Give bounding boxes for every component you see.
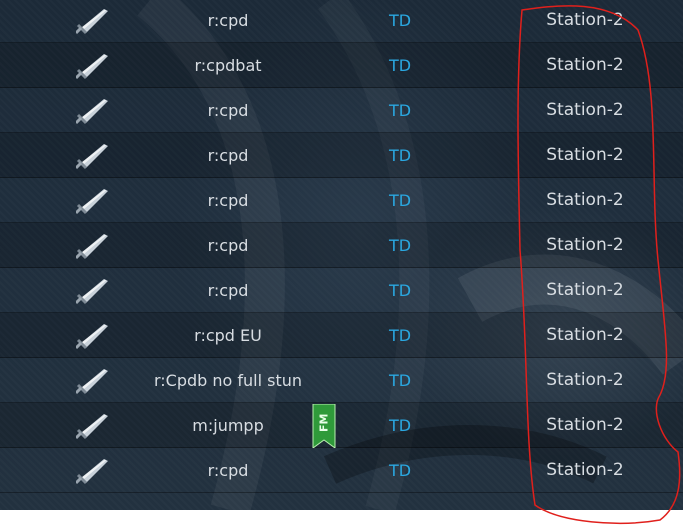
- party-name: r:cpd: [207, 11, 249, 30]
- party-class: TD: [388, 56, 412, 75]
- server-name: Station-2: [546, 100, 624, 120]
- party-class: TD: [388, 236, 412, 255]
- fm-badge-label: FM: [317, 413, 331, 433]
- party-row[interactable]: r:cpd TD Station-2: [0, 223, 683, 268]
- party-class: TD: [388, 461, 412, 480]
- sword-icon: [76, 279, 108, 305]
- party-class: TD: [388, 146, 412, 165]
- sword-icon: [76, 414, 108, 440]
- party-name: r:cpd: [207, 236, 249, 255]
- party-name: r:cpd: [207, 146, 249, 165]
- party-name: r:cpd: [207, 101, 249, 120]
- sword-icon: [76, 9, 108, 35]
- party-name: r:cpd: [207, 191, 249, 210]
- server-name: Station-2: [546, 415, 624, 435]
- party-row[interactable]: r:cpd TD Station-2: [0, 88, 683, 133]
- party-name: r:Cpdb no full stun: [153, 371, 303, 390]
- server-name: Station-2: [546, 235, 624, 255]
- server-name: Station-2: [546, 190, 624, 210]
- party-row[interactable]: r:cpd TD Station-2: [0, 448, 683, 493]
- server-name: Station-2: [546, 10, 624, 30]
- sword-icon: [76, 99, 108, 125]
- server-name: Station-2: [546, 370, 624, 390]
- server-name: Station-2: [546, 280, 624, 300]
- party-row[interactable]: r:Cpdb no full stun TD Station-2: [0, 358, 683, 403]
- sword-icon: [76, 54, 108, 80]
- party-row[interactable]: r:cpdbat TD Station-2: [0, 43, 683, 88]
- party-row[interactable]: r:cpd TD Station-2: [0, 133, 683, 178]
- sword-icon: [76, 369, 108, 395]
- party-name: r:cpd: [207, 281, 249, 300]
- server-name: Station-2: [546, 55, 624, 75]
- party-list-panel: r:cpd TD Station-2 r:cpdbat TD Station-2…: [0, 0, 683, 510]
- party-row[interactable]: m:jumpp TD Station-2 FM: [0, 403, 683, 448]
- server-name: Station-2: [546, 145, 624, 165]
- party-row[interactable]: r:cpd TD Station-2: [0, 268, 683, 313]
- party-row[interactable]: r:cpd EU TD Station-2: [0, 313, 683, 358]
- party-row[interactable]: r:cpd TD Station-2: [0, 178, 683, 223]
- party-class: TD: [388, 416, 412, 435]
- party-class: TD: [388, 281, 412, 300]
- party-class: TD: [388, 326, 412, 345]
- party-name: r:cpdbat: [194, 56, 262, 75]
- sword-icon: [76, 144, 108, 170]
- party-name: m:jumpp: [192, 416, 264, 435]
- party-class: TD: [388, 101, 412, 120]
- party-class: TD: [388, 191, 412, 210]
- server-name: Station-2: [546, 460, 624, 480]
- sword-icon: [76, 459, 108, 485]
- sword-icon: [76, 324, 108, 350]
- sword-icon: [76, 189, 108, 215]
- server-name: Station-2: [546, 325, 624, 345]
- party-name: r:cpd: [207, 461, 249, 480]
- party-class: TD: [388, 11, 412, 30]
- party-row[interactable]: r:cpd TD Station-2: [0, 0, 683, 43]
- party-name: r:cpd EU: [194, 326, 262, 345]
- sword-icon: [76, 234, 108, 260]
- party-class: TD: [388, 371, 412, 390]
- fm-badge-icon: FM: [312, 404, 336, 448]
